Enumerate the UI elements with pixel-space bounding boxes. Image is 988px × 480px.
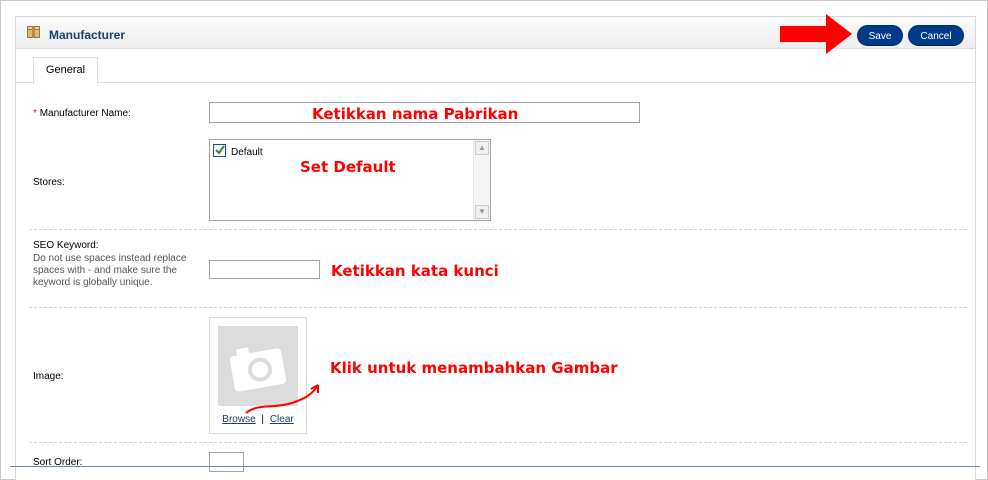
manufacturer-panel: Manufacturer Save Cancel General * Manuf… [15, 16, 976, 480]
page-title: Manufacturer [49, 28, 126, 42]
seo-keyword-input[interactable] [209, 260, 320, 279]
row-divider [29, 442, 967, 443]
scroll-down-icon[interactable]: ▼ [475, 205, 489, 219]
annotation-name: Ketikkan nama Pabrikan [312, 105, 519, 123]
image-label: Image: [33, 371, 64, 382]
annotation-stores: Set Default [300, 158, 396, 176]
tab-bar: General [16, 50, 975, 84]
bottom-border [10, 466, 980, 467]
stores-label: Stores: [33, 177, 65, 188]
required-mark: * [33, 108, 37, 119]
manufacturer-name-label-text: Manufacturer Name: [39, 108, 131, 119]
seo-keyword-help: Do not use spaces instead replace spaces… [33, 253, 187, 288]
annotation-seo: Ketikkan kata kunci [331, 262, 499, 280]
sort-order-input[interactable] [209, 452, 244, 472]
seo-keyword-label-text: SEO Keyword: [33, 240, 99, 251]
annotation-image: Klik untuk menambahkan Gambar [330, 359, 618, 377]
store-default-label: Default [231, 147, 263, 158]
check-icon [215, 145, 225, 155]
stores-list: Default ▲ ▼ [209, 139, 491, 221]
cancel-button[interactable]: Cancel [908, 25, 964, 46]
red-arrow-icon [780, 14, 852, 54]
tab-general[interactable]: General [33, 57, 98, 84]
stores-scrollbar[interactable]: ▲ ▼ [473, 140, 490, 220]
annotation-curve-icon [245, 384, 319, 414]
scroll-up-icon[interactable]: ▲ [475, 141, 489, 155]
save-button[interactable]: Save [857, 25, 903, 46]
row-divider [29, 307, 967, 308]
row-divider [29, 229, 967, 230]
package-icon [27, 26, 40, 38]
store-default-checkbox[interactable] [213, 144, 226, 157]
manufacturer-name-label: * Manufacturer Name: [33, 108, 131, 119]
